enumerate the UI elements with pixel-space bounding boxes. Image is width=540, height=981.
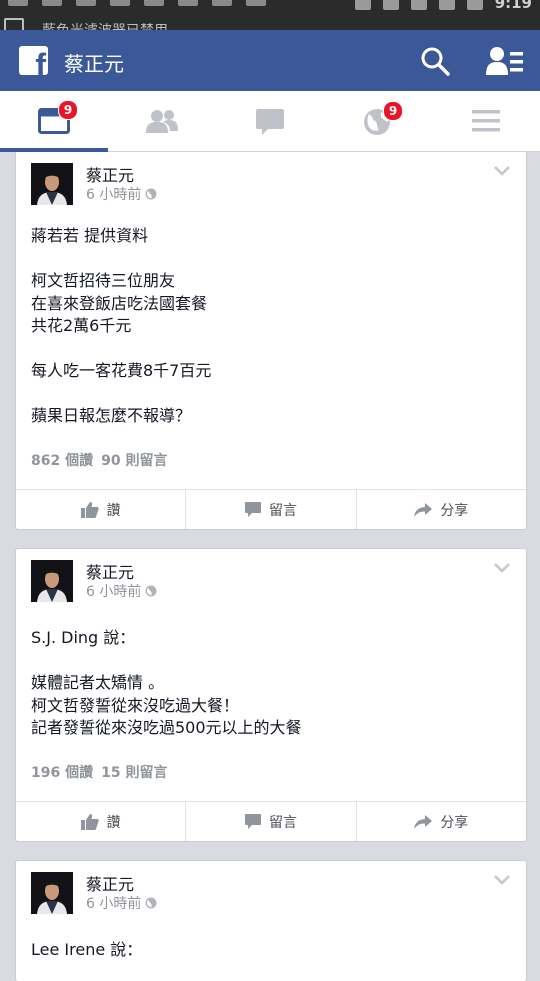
post-line [31, 248, 211, 271]
chevron-down-icon[interactable] [494, 166, 510, 176]
facebook-logo-letter: f [35, 47, 46, 75]
comment-count[interactable]: 90 則留言 [101, 453, 167, 469]
post-time[interactable]: 6 小時前 [86, 184, 141, 204]
status-notification-text: 藍色光濾波器已禁用 [42, 20, 168, 30]
public-audience-icon [145, 585, 157, 597]
post-line: 媒體記者太矯情 。 [31, 673, 165, 692]
like-label: 讚 [106, 502, 121, 519]
post-line [31, 338, 211, 361]
like-label: 讚 [106, 814, 121, 831]
comment-button[interactable]: 留言 [186, 490, 357, 529]
post-actions: 讚 留言 分享 [16, 489, 526, 529]
post-line: 蔣若若 提供資料 [31, 226, 149, 245]
page-title: 蔡正元 [64, 52, 124, 76]
avatar[interactable] [31, 163, 73, 205]
post-meta: 6 小時前 [86, 581, 157, 601]
post-body: 蔣若若 提供資料 柯文哲招待三位朋友 在喜來登飯店吃法國套餐 共花2萬6千元 每… [31, 225, 211, 428]
tab-bar: 9 9 [0, 91, 540, 152]
post-actions: 讚 留言 分享 [16, 801, 526, 841]
post-line: 柯文哲發誓從來沒吃過大餐！ [31, 695, 240, 715]
post-card: 蔡正元 6 小時前 蔣若若 提供資料 柯文哲招待三位朋友 在喜來登飯店吃法國套餐… [15, 152, 527, 530]
share-label: 分享 [440, 814, 469, 831]
chevron-down-icon[interactable] [494, 875, 510, 885]
comment-count[interactable]: 15 則留言 [101, 765, 167, 781]
menu-icon [472, 110, 500, 132]
avatar[interactable] [31, 560, 73, 602]
comment-label: 留言 [268, 814, 297, 831]
post-author[interactable]: 蔡正元 [86, 162, 134, 186]
share-arrow-icon [414, 814, 433, 829]
like-count[interactable]: 196 個讚 [31, 765, 93, 781]
news-feed-badge: 9 [58, 100, 78, 120]
status-system-icons: 9:19 [354, 0, 532, 12]
chevron-down-icon[interactable] [494, 563, 510, 573]
search-icon[interactable] [420, 46, 450, 76]
tab-friend-requests[interactable] [108, 91, 216, 151]
post-body: Lee Irene 說： [31, 939, 142, 962]
comment-icon [244, 814, 261, 829]
avatar[interactable] [31, 872, 73, 914]
tab-more[interactable] [432, 91, 540, 151]
post-time[interactable]: 6 小時前 [86, 893, 141, 913]
post-line [31, 383, 211, 406]
app-header: f 蔡正元 [0, 30, 540, 91]
like-count[interactable]: 862 個讚 [31, 453, 93, 469]
status-clock: 9:19 [494, 0, 532, 12]
post-line: S.J. Ding 說： [31, 628, 136, 647]
thumbs-up-icon [80, 813, 99, 830]
post-stats[interactable]: 196 個讚 15 則留言 [31, 762, 167, 782]
post-line: 在喜來登飯店吃法國套餐 [31, 293, 208, 313]
post-line: 蘋果日報怎麼不報導？ [31, 406, 192, 425]
post-line: Lee Irene 說： [31, 940, 143, 959]
post-stats[interactable]: 862 個讚 90 則留言 [31, 450, 167, 470]
public-audience-icon [145, 188, 157, 200]
post-line: 共花2萬6千元 [31, 316, 132, 335]
post-meta: 6 小時前 [86, 184, 157, 204]
comment-button[interactable]: 留言 [186, 802, 357, 841]
comment-icon [244, 502, 261, 517]
post-meta: 6 小時前 [86, 893, 157, 913]
share-label: 分享 [440, 502, 469, 519]
chat-bubble-icon [256, 109, 284, 135]
share-button[interactable]: 分享 [357, 490, 526, 529]
facebook-logo-icon[interactable]: f [19, 46, 48, 75]
post-line [31, 650, 302, 673]
post-body: S.J. Ding 說： 媒體記者太矯情 。 柯文哲發誓從來沒吃過大餐！ 記者發… [31, 627, 302, 740]
status-notification-icons [8, 0, 266, 6]
post-card: 蔡正元 6 小時前 Lee Irene 說： [15, 860, 527, 981]
post-author[interactable]: 蔡正元 [86, 871, 134, 895]
public-audience-icon [145, 897, 157, 909]
post-card: 蔡正元 6 小時前 S.J. Ding 說： 媒體記者太矯情 。 柯文哲發誓從來… [15, 548, 527, 842]
tab-news-feed[interactable]: 9 [0, 91, 108, 152]
post-line: 柯文哲招待三位朋友 [31, 271, 176, 290]
like-button[interactable]: 讚 [16, 802, 187, 841]
status-bar: 9:19 藍色光濾波器已禁用 [0, 0, 540, 30]
tab-notifications[interactable]: 9 [324, 91, 432, 151]
like-button[interactable]: 讚 [16, 490, 187, 529]
post-line: 每人吃一客花費8千7百元 [31, 361, 212, 380]
friend-requests-icon[interactable] [486, 46, 524, 76]
notifications-badge: 9 [383, 101, 403, 121]
thumbs-up-icon [80, 501, 99, 518]
friends-icon [146, 110, 178, 133]
share-arrow-icon [414, 502, 433, 517]
tab-messages[interactable] [216, 91, 324, 151]
share-button[interactable]: 分享 [357, 802, 526, 841]
post-time[interactable]: 6 小時前 [86, 581, 141, 601]
display-icon [4, 18, 24, 30]
comment-label: 留言 [268, 502, 297, 519]
post-author[interactable]: 蔡正元 [86, 559, 134, 583]
post-line: 記者發誓從來沒吃過500元以上的大餐 [31, 718, 302, 737]
